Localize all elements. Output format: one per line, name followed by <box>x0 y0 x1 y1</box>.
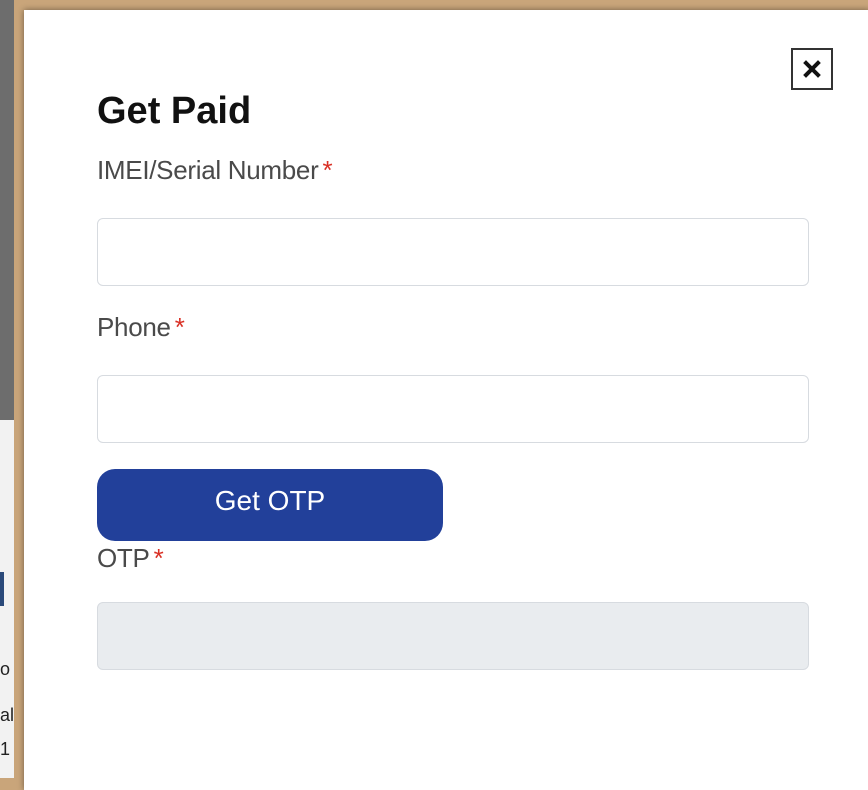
otp-label: OTP * <box>97 543 164 574</box>
otp-input[interactable] <box>97 602 809 670</box>
imei-label: IMEI/Serial Number * <box>97 155 333 186</box>
otp-label-text: OTP <box>97 543 150 573</box>
required-asterisk: * <box>153 543 164 573</box>
phone-label: Phone * <box>97 312 185 343</box>
phone-input[interactable] <box>97 375 809 443</box>
background-text-fragment: al <box>0 705 15 725</box>
get-paid-modal: Get Paid IMEI/Serial Number * Phone * Get … <box>24 10 868 790</box>
background-text-fragment: 1 <box>0 739 11 759</box>
required-asterisk: * <box>174 312 185 342</box>
modal-title: Get Paid <box>97 90 252 132</box>
close-button[interactable] <box>791 48 833 90</box>
close-icon <box>803 60 821 78</box>
background-fragment-bar <box>0 572 4 606</box>
imei-input[interactable] <box>97 218 809 286</box>
imei-label-text: IMEI/Serial Number <box>97 155 319 185</box>
required-asterisk: * <box>322 155 333 185</box>
get-otp-button[interactable]: Get OTP <box>97 469 443 541</box>
background-text-fragment: o <box>0 659 11 679</box>
background-page: o al 1 <box>0 0 14 778</box>
phone-label-text: Phone <box>97 312 171 342</box>
